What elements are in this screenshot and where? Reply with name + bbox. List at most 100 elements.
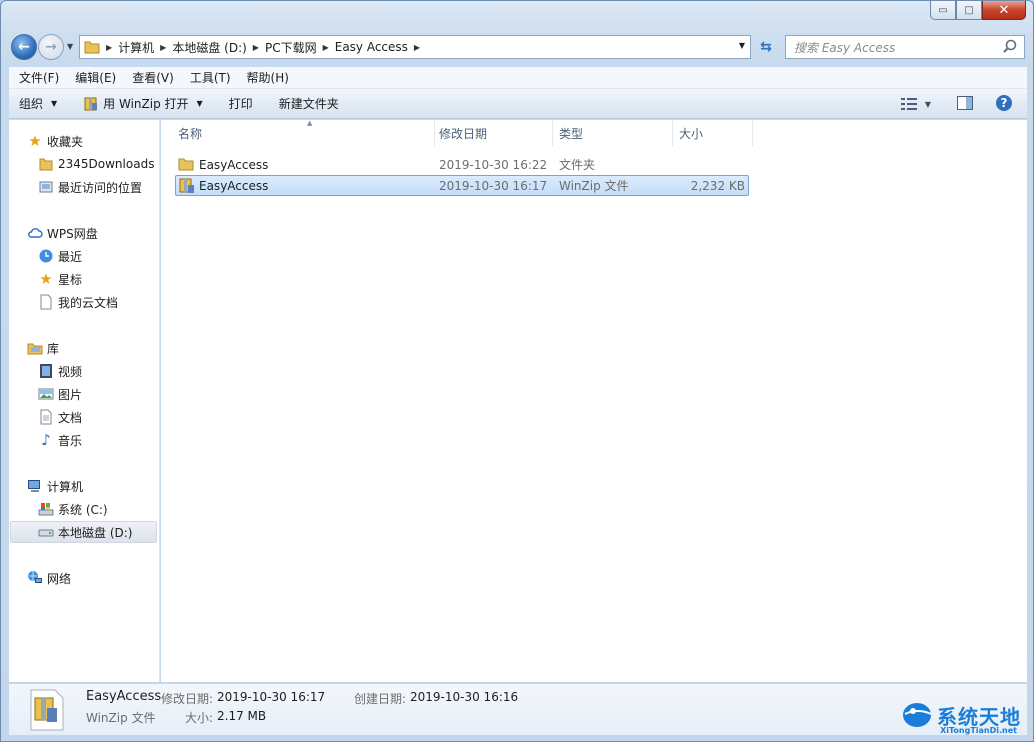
zip-icon	[179, 178, 194, 193]
search-placeholder: 搜索 Easy Access	[794, 40, 896, 55]
breadcrumb-pc-download[interactable]: PC下载网	[265, 39, 317, 56]
file-type: 文件夹	[559, 158, 596, 172]
nav-item-starred[interactable]: ★ 星标	[38, 269, 82, 289]
nav-network[interactable]: 网络	[27, 568, 71, 588]
menu-view[interactable]: 查看(V)	[124, 69, 182, 86]
details-file-type: WinZip 文件	[86, 711, 156, 725]
zip-file-large-icon	[30, 689, 64, 731]
recent-pages-dropdown[interactable]: ▼	[67, 42, 73, 51]
nav-item-label: 2345Downloads	[58, 157, 155, 171]
menu-file[interactable]: 文件(F)	[11, 69, 67, 86]
view-options-button[interactable]: ▼	[900, 98, 931, 110]
column-header-modified[interactable]: 修改日期	[431, 120, 553, 146]
organize-label: 组织	[19, 97, 44, 111]
nav-item-cloud-docs[interactable]: 我的云文档	[38, 292, 118, 312]
document-icon	[40, 294, 52, 310]
column-label: 类型	[559, 126, 584, 141]
breadcrumb-separator[interactable]: ▶	[106, 43, 112, 52]
caption-buttons: ▭ □ ✕	[930, 1, 1026, 21]
close-button[interactable]: ✕	[982, 1, 1026, 20]
nav-computer[interactable]: 计算机	[27, 476, 83, 496]
breadcrumb-separator[interactable]: ▶	[160, 43, 166, 52]
forward-button[interactable]: →	[38, 34, 64, 60]
details-size-value: 2.17 MB	[217, 709, 267, 723]
nav-item-label: 视频	[58, 364, 83, 379]
nav-item-drive-c[interactable]: 系统 (C:)	[38, 499, 108, 519]
menu-edit[interactable]: 编辑(E)	[67, 69, 124, 86]
details-created-value: 2019-10-30 16:16	[410, 690, 519, 704]
view-controls: ▼ ?	[893, 89, 1027, 119]
details-modified-label: 修改日期:	[161, 692, 214, 706]
nav-item-recent-places[interactable]: 最近访问的位置	[38, 177, 142, 197]
recent-places-icon	[39, 181, 53, 193]
help-icon: ?	[996, 94, 1012, 111]
menu-bar: 文件(F) 编辑(E) 查看(V) 工具(T) 帮助(H)	[9, 67, 1027, 89]
file-row-zip[interactable]: EasyAccess 2019-10-30 16:17 WinZip 文件 2,…	[175, 175, 749, 196]
minimize-icon: ▭	[938, 4, 948, 16]
search-input[interactable]: 搜索 Easy Access	[785, 35, 1025, 59]
new-folder-button[interactable]: 新建文件夹	[270, 95, 348, 112]
nav-library-label: 库	[47, 341, 60, 356]
maximize-icon: □	[964, 4, 974, 16]
column-header-type[interactable]: 类型	[551, 120, 673, 146]
breadcrumb-separator[interactable]: ▶	[414, 43, 420, 52]
back-button[interactable]: ←	[11, 34, 37, 60]
nav-libraries[interactable]: 库	[27, 338, 59, 358]
nav-item-drive-d[interactable]: 本地磁盘 (D:)	[10, 521, 157, 543]
chevron-down-icon: ▼	[196, 99, 203, 108]
nav-item-videos[interactable]: 视频	[38, 361, 82, 381]
computer-icon	[28, 480, 40, 492]
minimize-button[interactable]: ▭	[930, 1, 956, 20]
address-bar[interactable]: ▶ 计算机 ▶ 本地磁盘 (D:) ▶ PC下载网 ▶ Easy Access …	[79, 35, 751, 59]
nav-item-label: 系统 (C:)	[58, 502, 108, 517]
organize-button[interactable]: 组织 ▼	[9, 95, 66, 112]
nav-item-label: 最近	[58, 249, 83, 264]
search-icon[interactable]	[1002, 39, 1018, 55]
nav-item-documents[interactable]: 文档	[38, 407, 82, 427]
details-file-name: EasyAccess	[86, 689, 162, 704]
video-icon	[40, 364, 52, 378]
preview-pane-icon	[957, 95, 973, 110]
nav-favorites[interactable]: ★ 收藏夹	[27, 131, 83, 151]
breadcrumb-drive-d[interactable]: 本地磁盘 (D:)	[172, 39, 246, 56]
maximize-button[interactable]: □	[956, 1, 982, 20]
menu-tools[interactable]: 工具(T)	[182, 69, 239, 86]
details-modified-value: 2019-10-30 16:17	[217, 690, 326, 704]
breadcrumb-computer[interactable]: 计算机	[118, 39, 154, 56]
nav-item-label: 文档	[58, 410, 83, 425]
open-with-winzip-button[interactable]: 用 WinZip 打开 ▼	[74, 95, 212, 112]
breadcrumb-easy-access[interactable]: Easy Access	[335, 40, 408, 54]
preview-pane-button[interactable]	[957, 95, 973, 113]
nav-favorites-label: 收藏夹	[47, 134, 84, 149]
music-note-icon: ♪	[41, 431, 51, 449]
back-arrow-icon: ←	[18, 39, 30, 55]
print-label: 打印	[228, 97, 253, 111]
print-button[interactable]: 打印	[220, 95, 262, 112]
nav-item-recent[interactable]: 最近	[38, 246, 82, 266]
nav-item-label: 我的云文档	[58, 295, 119, 310]
folder-icon	[84, 41, 100, 54]
sort-ascending-icon: ▲	[307, 119, 313, 127]
nav-item-music[interactable]: ♪ 音乐	[38, 430, 82, 450]
nav-item-label: 本地磁盘 (D:)	[58, 525, 133, 540]
nav-wps-label: WPS网盘	[47, 226, 98, 241]
column-header-size[interactable]: 大小	[671, 120, 753, 146]
forward-arrow-icon: →	[45, 39, 57, 55]
address-history-dropdown[interactable]: ▼	[739, 41, 745, 50]
cloud-icon	[28, 228, 43, 238]
nav-item-label: 图片	[58, 387, 83, 402]
file-name: EasyAccess	[199, 157, 269, 172]
file-row-folder[interactable]: EasyAccess 2019-10-30 16:22 文件夹	[175, 154, 749, 175]
nav-wps-drive[interactable]: WPS网盘	[27, 223, 98, 243]
column-header-name[interactable]: 名称 ▲	[170, 119, 435, 146]
nav-item-pictures[interactable]: 图片	[38, 384, 82, 404]
breadcrumb-separator[interactable]: ▶	[253, 43, 259, 52]
nav-item-2345downloads[interactable]: 2345Downloads	[38, 154, 154, 174]
details-view-icon	[900, 98, 917, 110]
breadcrumb-separator[interactable]: ▶	[323, 43, 329, 52]
refresh-button[interactable]: ⇆	[753, 35, 779, 59]
navigation-pane: ★ 收藏夹 2345Downloads 最近访问的位置 WPS网盘 最近 ★ 星标 …	[9, 120, 160, 682]
help-button[interactable]: ?	[995, 94, 1013, 115]
menu-help[interactable]: 帮助(H)	[239, 69, 297, 86]
refresh-icon: ⇆	[760, 39, 772, 55]
